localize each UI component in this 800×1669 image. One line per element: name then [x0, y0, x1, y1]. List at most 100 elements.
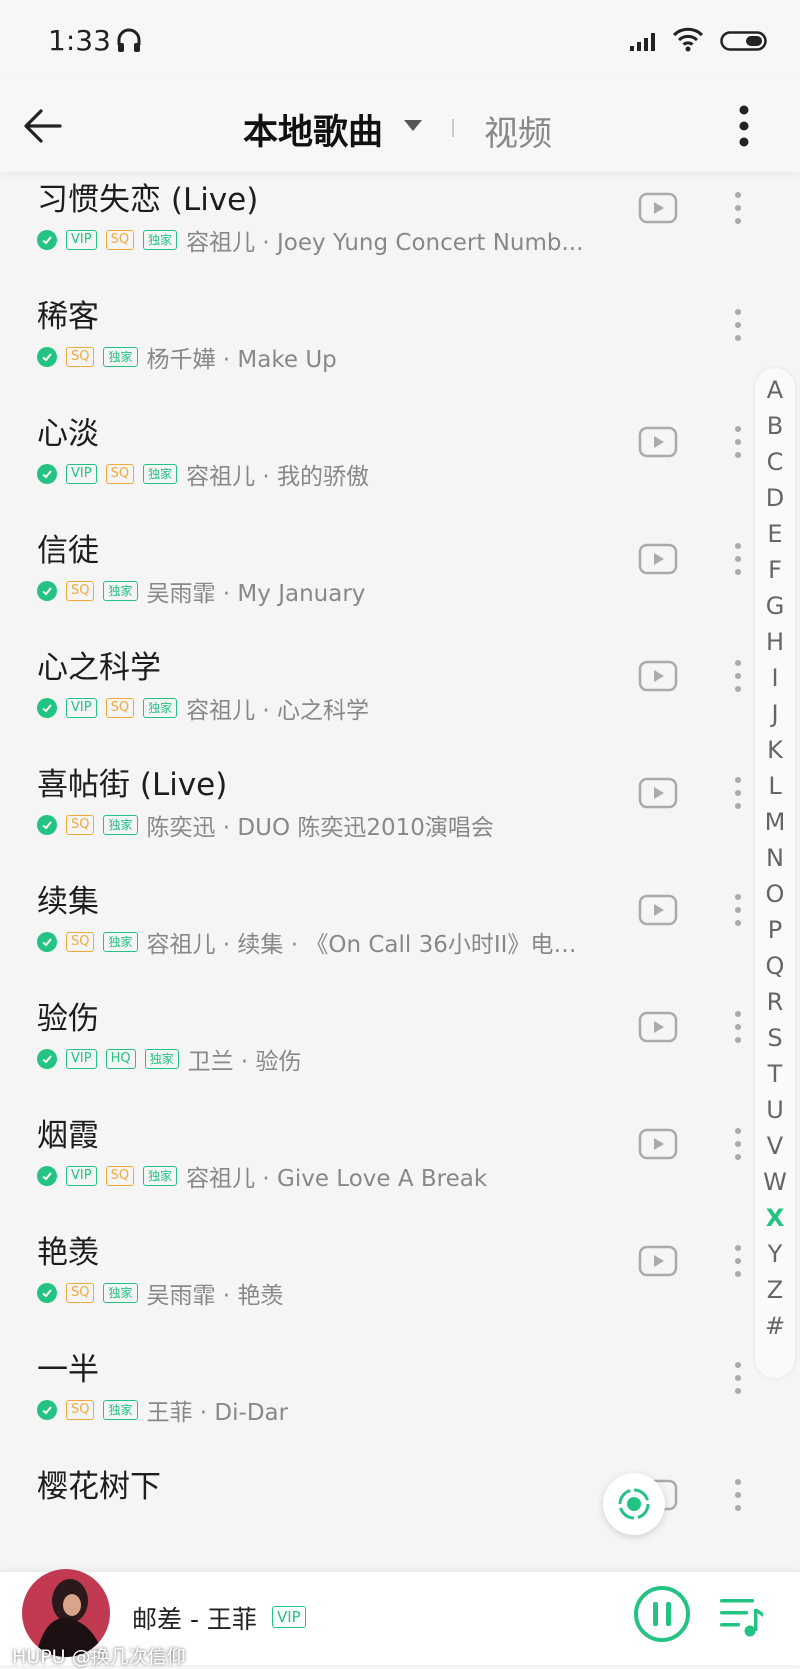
exclusive-badge: 独家 [143, 464, 178, 484]
alphabet-letter[interactable]: L [755, 772, 795, 800]
tab-divider [452, 119, 454, 137]
downloaded-check-icon [37, 347, 57, 367]
alphabet-letter[interactable]: T [755, 1060, 795, 1088]
alphabet-letter[interactable]: M [755, 808, 795, 836]
song-title: 验伤 [37, 1001, 99, 1037]
song-row[interactable]: 心之科学 VIP SQ 独家 容祖儿 · 心之科学 [0, 640, 743, 764]
song-row[interactable]: 心淡 VIP SQ 独家 容祖儿 · 我的骄傲 [0, 406, 743, 530]
alphabet-letter[interactable]: H [755, 628, 795, 656]
song-more-icon[interactable] [733, 1243, 743, 1283]
alphabet-letter[interactable]: G [755, 592, 795, 620]
mv-play-icon[interactable] [638, 777, 678, 813]
alphabet-letter[interactable]: O [755, 880, 795, 908]
tab-local-songs[interactable]: 本地歌曲 [243, 104, 383, 155]
song-more-icon[interactable] [733, 1009, 743, 1049]
song-row[interactable]: 艳羡 SQ 独家 吴雨霏 · 艳羡 [0, 1225, 743, 1349]
alphabet-letter[interactable]: J [755, 700, 795, 728]
song-more-icon[interactable] [733, 775, 743, 815]
mv-play-icon[interactable] [638, 1128, 678, 1164]
song-meta: VIP SQ 独家 容祖儿 · 我的骄傲 [37, 460, 369, 490]
alphabet-letter[interactable]: R [755, 988, 795, 1016]
song-row[interactable]: 验伤 VIP HQ 独家 卫兰 · 验伤 [0, 991, 743, 1115]
mv-play-icon[interactable] [638, 192, 678, 228]
alphabet-letter[interactable]: B [755, 412, 795, 440]
song-more-icon[interactable] [733, 892, 743, 932]
song-row[interactable]: 信徒 SQ 独家 吴雨霏 · My January [0, 523, 743, 647]
song-more-icon[interactable] [733, 424, 743, 464]
alphabet-letter[interactable]: U [755, 1096, 795, 1124]
sq-badge: SQ [105, 464, 135, 484]
mv-play-icon[interactable] [638, 894, 678, 930]
song-artist-album: 吴雨霏 · My January [146, 581, 366, 607]
song-row[interactable]: 一半 SQ 独家 王菲 · Di-Dar [0, 1342, 743, 1466]
app-header: 本地歌曲 视频 [0, 80, 800, 172]
sq-badge: SQ [66, 1283, 95, 1303]
alphabet-letter[interactable]: I [755, 664, 795, 692]
more-vertical-icon[interactable] [738, 104, 750, 152]
song-more-icon[interactable] [733, 658, 743, 698]
song-meta: VIP SQ 独家 容祖儿 · Give Love A Break [37, 1162, 487, 1192]
alphabet-letter[interactable]: V [755, 1132, 795, 1160]
mv-play-icon[interactable] [638, 1011, 678, 1047]
alphabet-letter[interactable]: D [755, 484, 795, 512]
exclusive-badge: 独家 [143, 230, 178, 250]
alphabet-letter[interactable]: E [755, 520, 795, 548]
exclusive-badge: 独家 [143, 698, 178, 718]
song-meta: VIP SQ 独家 容祖儿 · 心之科学 [37, 694, 370, 724]
now-playing-title[interactable]: 邮差 - 王菲 [132, 1600, 257, 1636]
mv-play-icon[interactable] [638, 426, 678, 462]
alphabet-letter[interactable]: X [755, 1204, 795, 1232]
chevron-down-icon[interactable] [404, 120, 422, 131]
mini-player[interactable]: 邮差 - 王菲 VIP HUPU @换几次信仰 [0, 1569, 800, 1668]
song-more-icon[interactable] [733, 541, 743, 581]
exclusive-badge: 独家 [103, 815, 138, 835]
alphabet-letter[interactable]: Q [755, 952, 795, 980]
song-recognition-button[interactable] [603, 1473, 665, 1535]
alphabet-letter[interactable]: Y [755, 1240, 795, 1268]
sq-badge: SQ [66, 932, 95, 952]
alphabet-index[interactable]: A B C D E F G H I J K L M N O P Q R S T U V W X Y Z # [755, 368, 795, 1378]
song-row[interactable]: 习惯失恋 (Live) VIP SQ 独家 容祖儿 · Joey Yung Concer… [0, 172, 743, 296]
tab-video[interactable]: 视频 [484, 106, 552, 155]
alphabet-letter[interactable]: N [755, 844, 795, 872]
alphabet-letter[interactable]: K [755, 736, 795, 764]
song-row[interactable]: 烟霞 VIP SQ 独家 容祖儿 · Give Love A Break [0, 1108, 743, 1232]
mv-play-icon[interactable] [638, 660, 678, 696]
song-title: 习惯失恋 (Live) [37, 182, 259, 218]
alphabet-letter[interactable]: S [755, 1024, 795, 1052]
hq-badge: HQ [105, 1049, 136, 1069]
alphabet-letter[interactable]: A [755, 376, 795, 404]
status-bar: 1:33 [0, 0, 800, 80]
exclusive-badge: 独家 [143, 1166, 178, 1186]
alphabet-letter[interactable]: P [755, 916, 795, 944]
alphabet-letter[interactable]: F [755, 556, 795, 584]
song-row[interactable]: 稀客 SQ 独家 杨千嬅 · Make Up [0, 289, 743, 413]
alphabet-letter[interactable]: # [755, 1312, 795, 1340]
alphabet-letter[interactable]: C [755, 448, 795, 476]
song-artist-album: 容祖儿 · 心之科学 [186, 698, 370, 724]
vip-badge: VIP [66, 1166, 97, 1186]
song-more-icon[interactable] [733, 307, 743, 347]
mv-play-icon[interactable] [638, 543, 678, 579]
exclusive-badge: 独家 [103, 347, 138, 367]
song-row[interactable]: 喜帖街 (Live) SQ 独家 陈奕迅 · DUO 陈奕迅2010演唱会 [0, 757, 743, 881]
sq-badge: SQ [66, 347, 95, 367]
downloaded-check-icon [37, 230, 57, 250]
song-artist-album: 容祖儿 · Joey Yung Concert Numb... [186, 230, 584, 256]
battery-icon [720, 31, 770, 55]
song-title: 续集 [37, 884, 99, 920]
song-more-icon[interactable] [733, 190, 743, 230]
song-more-icon[interactable] [733, 1360, 743, 1400]
pause-button[interactable] [632, 1584, 692, 1648]
back-arrow-icon[interactable] [22, 105, 64, 151]
exclusive-badge: 独家 [103, 1400, 138, 1420]
alphabet-letter[interactable]: Z [755, 1276, 795, 1304]
mv-play-icon[interactable] [638, 1245, 678, 1281]
alphabet-letter[interactable]: W [755, 1168, 795, 1196]
song-artist-album: 容祖儿 · 续集 · 《On Call 36小时II》电视... [146, 932, 597, 958]
playlist-icon[interactable] [718, 1594, 764, 1642]
song-more-icon[interactable] [733, 1477, 743, 1517]
song-row[interactable]: 续集 SQ 独家 容祖儿 · 续集 · 《On Call 36小时II》电视... [0, 874, 743, 998]
song-meta: SQ 独家 王菲 · Di-Dar [37, 1396, 288, 1426]
song-more-icon[interactable] [733, 1126, 743, 1166]
